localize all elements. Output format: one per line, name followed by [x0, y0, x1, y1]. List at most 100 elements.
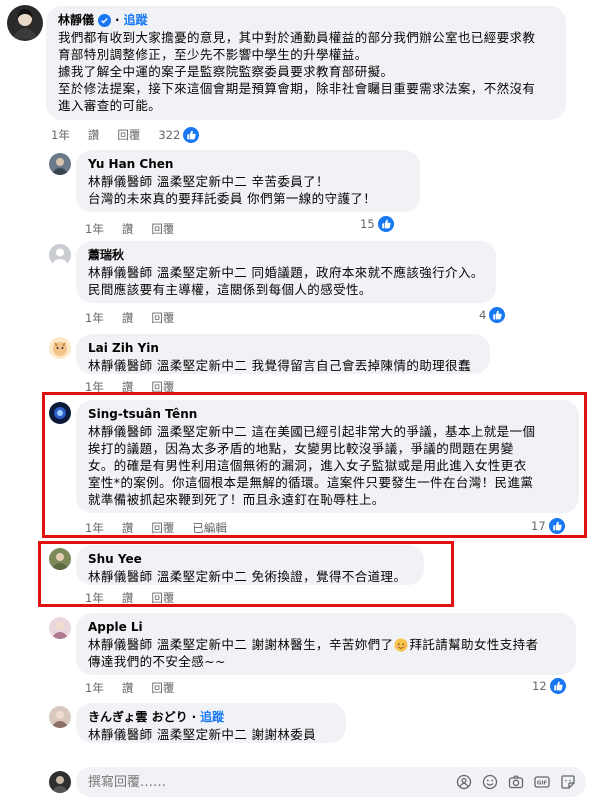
reply-bubble: Lai Zih Yin 林靜儀醫師 溫柔堅定新中二 我覺得留言自己會丟掉陳情的助…: [76, 334, 490, 374]
avatar-reply[interactable]: [49, 153, 71, 175]
comment-line: 我們都有收到大家擔憂的意見，其中對於通勤員權益的部分我們辦公室也已經要求教: [58, 30, 536, 45]
reply-actions: 1年 讚 回覆: [85, 221, 174, 237]
like-reaction-icon: [183, 127, 200, 143]
gif-icon[interactable]: GIF: [534, 774, 550, 790]
reply-actions: 1年 讚 回覆 已編輯: [85, 520, 227, 536]
reply-bubble: Shu Yee 林靜儀醫師 溫柔堅定新中二 免術換證，覺得不合道理。: [76, 545, 424, 585]
reply-line: 女。的確是有男性利用這個無術的漏洞，進入女子監獄或是用此進入女性更衣: [88, 458, 527, 473]
avatar-current-user[interactable]: [49, 771, 71, 793]
separator-dot: ·: [191, 710, 197, 724]
avatar-sticker-icon[interactable]: [456, 774, 472, 790]
separator-dot: ·: [115, 13, 120, 27]
reply-composer: GIF: [76, 767, 586, 797]
reply-author[interactable]: きんぎょ雲 おどり: [88, 709, 188, 726]
reply-button[interactable]: 回覆: [151, 310, 174, 326]
avatar-reply[interactable]: [49, 402, 71, 424]
camera-icon[interactable]: [508, 774, 524, 790]
reply-author[interactable]: Apple Li: [88, 619, 143, 636]
reply-bubble: 蕭瑞秋 林靜儀醫師 溫柔堅定新中二 同婚議題，政府本來就不應該強行介入。 民間應…: [76, 241, 496, 303]
reply-line: 傳達我們的不安全感~~: [88, 654, 226, 669]
reply-line: 林靜儀醫師 溫柔堅定新中二 辛苦委員了！: [88, 174, 329, 189]
reply-author[interactable]: 蕭瑞秋: [88, 247, 124, 264]
reaction-summary[interactable]: 4: [479, 307, 506, 323]
reply-author[interactable]: Sing-tsuân Tênn: [88, 406, 197, 423]
timestamp[interactable]: 1年: [51, 127, 70, 143]
comment-line: 進入審查的可能。: [58, 98, 162, 113]
reply-input[interactable]: [86, 773, 446, 791]
svg-text:GIF: GIF: [537, 781, 548, 787]
reply-line: 民間應該要有主導權，這關係到每個人的感受性。: [88, 282, 372, 297]
reply-bubble: Yu Han Chen 林靜儀醫師 溫柔堅定新中二 辛苦委員了！ 台灣的未來真的…: [76, 150, 420, 212]
reply-author[interactable]: Lai Zih Yin: [88, 340, 159, 357]
like-button[interactable]: 讚: [88, 127, 100, 143]
reply-line: 林靜儀醫師 溫柔堅定新中二 同婚議題，政府本來就不應該強行介入。: [88, 265, 484, 280]
reply-button[interactable]: 回覆: [151, 520, 174, 536]
like-button[interactable]: 讚: [122, 221, 134, 237]
verified-badge-icon: [98, 14, 112, 27]
blush-emoji-icon: [394, 637, 409, 652]
follow-button[interactable]: 追蹤: [200, 709, 224, 726]
reply-line: 挨打的議題，因為太多矛盾的地點，女變男比較沒爭議，爭議的問題在男變: [88, 441, 514, 456]
timestamp[interactable]: 1年: [85, 520, 104, 536]
avatar-main-author[interactable]: [7, 5, 43, 41]
reply-line: 林靜儀醫師 溫柔堅定新中二 謝謝林委員: [88, 727, 317, 742]
like-reaction-icon: [549, 678, 566, 694]
reaction-summary[interactable]: 17: [531, 518, 565, 534]
like-reaction-icon: [489, 307, 506, 323]
reply-line: 林靜儀醫師 溫柔堅定新中二 這在美國已經引起非常大的爭議，基本上就是一個: [88, 424, 536, 439]
avatar-reply[interactable]: [49, 617, 71, 639]
avatar-reply[interactable]: [49, 706, 71, 728]
like-reaction-icon: [548, 518, 565, 534]
timestamp[interactable]: 1年: [85, 310, 104, 326]
like-button[interactable]: 讚: [122, 310, 134, 326]
reaction-count: 322: [158, 128, 181, 142]
reply-line: 林靜儀醫師 溫柔堅定新中二 免術換證，覺得不合道理。: [88, 569, 407, 584]
timestamp[interactable]: 1年: [85, 221, 104, 237]
follow-button[interactable]: 追蹤: [124, 12, 148, 29]
sticker-icon[interactable]: [560, 774, 576, 790]
comment-line: 據我了解全中運的案子是監察院監察委員要求教育部研擬。: [58, 64, 394, 79]
reaction-count: 12: [532, 679, 547, 693]
main-comment-bubble: 林靜儀 · 追蹤 我們都有收到大家擔憂的意見，其中對於通勤員權益的部分我們辦公室…: [46, 6, 566, 120]
reply-author[interactable]: Shu Yee: [88, 551, 142, 568]
reply-button[interactable]: 回覆: [151, 590, 174, 606]
reply-line: 林靜儀醫師 溫柔堅定新中二 我覺得留言自己會丟掉陳情的助理很蠢: [88, 358, 471, 373]
reply-bubble: Sing-tsuân Tênn 林靜儀醫師 溫柔堅定新中二 這在美國已經引起非常…: [76, 400, 579, 513]
reply-actions: 1年 讚 回覆: [85, 680, 174, 696]
reply-actions: 1年 讚 回覆: [85, 590, 174, 606]
like-reaction-icon: [377, 216, 394, 232]
reply-button[interactable]: 回覆: [117, 127, 140, 143]
reply-line: 台灣的未來真的要拜託委員 你們第一線的守護了！: [88, 191, 377, 206]
avatar-default-icon[interactable]: [49, 244, 71, 266]
timestamp[interactable]: 1年: [85, 680, 104, 696]
reply-button[interactable]: 回覆: [151, 680, 174, 696]
reply-line: 就準備被抓起來鞭到死了！而且永遠釘在恥辱柱上。: [88, 492, 385, 507]
reaction-summary[interactable]: 12: [532, 678, 566, 694]
reply-line: 室性*的案例。你這個根本是無解的循環。這案件只要發生一件在台灣！民進黨: [88, 475, 534, 490]
avatar-reply[interactable]: [49, 337, 71, 359]
reaction-summary[interactable]: 15: [360, 216, 394, 232]
comment-text: 我們都有收到大家擔憂的意見，其中對於通勤員權益的部分我們辦公室也已經要求教 育部…: [58, 29, 554, 114]
reaction-count: 4: [479, 308, 487, 322]
avatar-reply[interactable]: [49, 548, 71, 570]
reply-line: 林靜儀醫師 溫柔堅定新中二 謝謝林醫生，辛苦妳們了: [88, 637, 394, 652]
reaction-count: 15: [360, 217, 375, 231]
like-button[interactable]: 讚: [122, 520, 134, 536]
comment-line: 育部特別調整修正，至少先不影響中學生的升學權益。: [58, 47, 368, 62]
reply-button[interactable]: 回覆: [151, 221, 174, 237]
comment-actions: 1年 讚 回覆 322: [51, 127, 200, 143]
reaction-count: 17: [531, 519, 546, 533]
reply-bubble: きんぎょ雲 おどり · 追蹤 林靜儀醫師 溫柔堅定新中二 謝謝林委員: [76, 703, 346, 743]
comment-line: 至於修法提案，接下來這個會期是預算會期，除非社會矚目重要需求法案，不然沒有: [58, 81, 536, 96]
edited-label: 已編輯: [192, 521, 227, 535]
reply-bubble: Apple Li 林靜儀醫師 溫柔堅定新中二 謝謝林醫生，辛苦妳們了 拜託請幫助…: [76, 613, 576, 675]
comment-author[interactable]: 林靜儀: [58, 12, 94, 29]
reply-line-tail: 拜託請幫助女性支持者: [409, 637, 539, 652]
like-button[interactable]: 讚: [122, 590, 134, 606]
reply-actions: 1年 讚 回覆: [85, 310, 174, 326]
reaction-summary[interactable]: 322: [158, 127, 200, 143]
like-button[interactable]: 讚: [122, 680, 134, 696]
timestamp[interactable]: 1年: [85, 590, 104, 606]
emoji-icon[interactable]: [482, 774, 498, 790]
reply-author[interactable]: Yu Han Chen: [88, 156, 173, 173]
